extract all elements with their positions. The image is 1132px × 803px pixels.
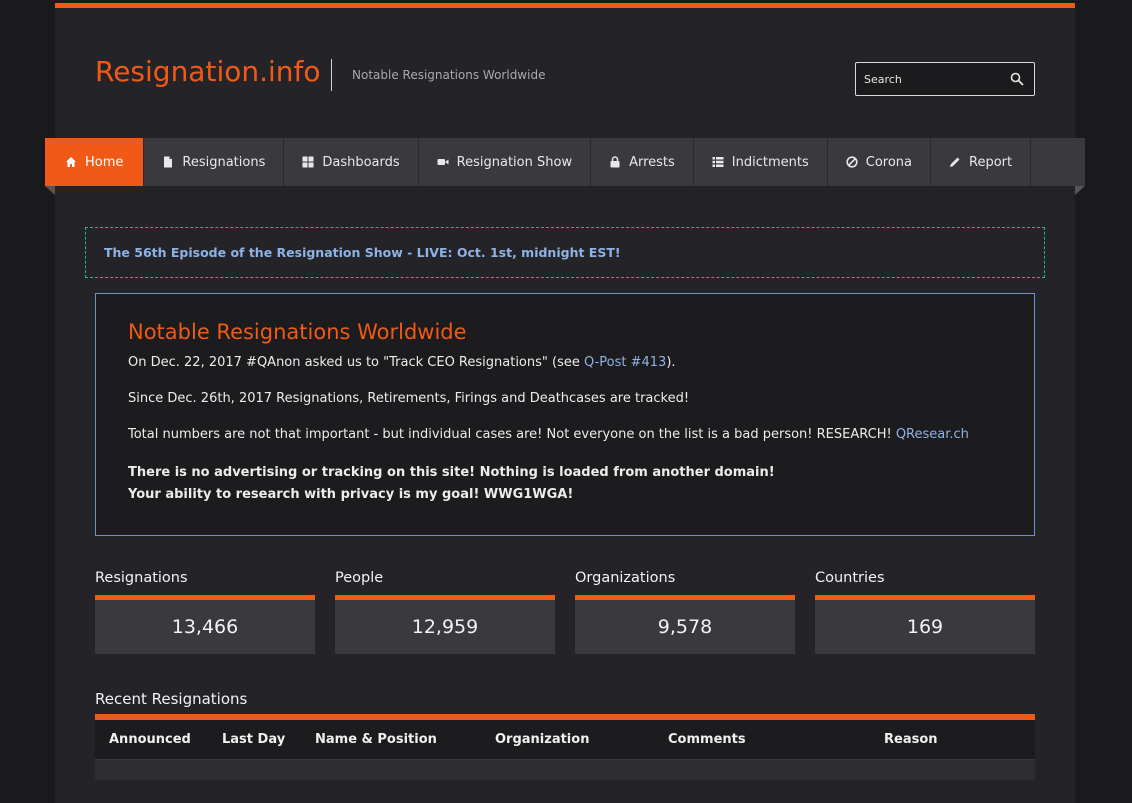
column-header-announced[interactable]: Announced [109,732,191,747]
nav-item-resignation-show[interactable]: Resignation Show [419,138,592,186]
grid-icon [302,156,314,168]
stat-value: 9,578 [575,600,795,654]
nav-label-indictments: Indictments [731,154,809,170]
nav-item-indictments[interactable]: Indictments [694,138,828,186]
lock-icon [610,156,620,168]
document-icon [164,156,173,168]
ban-icon [846,156,858,168]
intro-paragraph-3: Total numbers are not that important - b… [128,426,1002,443]
stat-people: People 12,959 [335,570,555,654]
search-box[interactable] [855,62,1035,96]
nav-label-arrests: Arrests [629,154,675,170]
stat-label: Countries [815,570,885,586]
stat-label: People [335,570,384,586]
stat-resignations: Resignations 13,466 [95,570,315,654]
nav-label-report: Report [969,154,1013,170]
nav-label-dashboards: Dashboards [322,154,400,170]
nav-label-resignations: Resignations [182,154,266,170]
search-icon[interactable] [1010,72,1024,86]
nav-item-report[interactable]: Report [931,138,1032,186]
intro-paragraph-2: Since Dec. 26th, 2017 Resignations, Reti… [128,391,690,406]
nav-item-home[interactable]: Home [45,138,145,186]
list-icon [712,157,724,167]
intro-p1-text: On Dec. 22, 2017 #QAnon asked us to "Tra… [128,355,584,370]
nav-item-resignations[interactable]: Resignations [144,138,285,186]
nav-item-arrests[interactable]: Arrests [591,138,694,186]
q-post-link[interactable]: Q-Post #413 [584,355,666,370]
intro-paragraph-1: On Dec. 22, 2017 #QAnon asked us to "Tra… [128,354,1002,371]
home-icon [66,157,76,167]
site-tagline: Notable Resignations Worldwide [352,68,546,82]
stat-organizations: Organizations 9,578 [575,570,795,654]
column-header-comments[interactable]: Comments [668,732,746,747]
announcement-banner[interactable]: The 56th Episode of the Resignation Show… [85,227,1045,278]
video-camera-icon [437,159,449,165]
main-nav: Home Resignations Dashboards Resignation… [45,138,1085,186]
pencil-icon [950,157,960,167]
qresearch-link[interactable]: QResear.ch [896,427,969,442]
site-title[interactable]: Resignation.info [95,55,321,88]
stat-value: 13,466 [95,600,315,654]
table-row[interactable] [95,760,1035,780]
column-header-reason[interactable]: Reason [884,732,938,747]
stat-value: 169 [815,600,1035,654]
stat-label: Organizations [575,570,676,586]
nav-item-dashboards[interactable]: Dashboards [284,138,419,186]
nav-corner-left [45,186,55,195]
nav-label-resignation-show: Resignation Show [456,154,573,170]
privacy-note-1: There is no advertising or tracking on t… [128,465,775,480]
column-header-last-day[interactable]: Last Day [222,732,285,747]
nav-corner-right [1075,186,1085,195]
intro-p1-end: ). [666,355,676,370]
intro-p3-text: Total numbers are not that important - b… [128,427,896,442]
intro-panel: Notable Resignations Worldwide On Dec. 2… [95,293,1035,536]
stat-value: 12,959 [335,600,555,654]
column-header-name-position[interactable]: Name & Position [315,732,437,747]
nav-item-corona[interactable]: Corona [828,138,931,186]
stat-label: Resignations [95,570,188,586]
stat-countries: Countries 169 [815,570,1035,654]
nav-label-home: Home [85,154,124,170]
search-input[interactable] [864,71,1004,87]
recent-resignations-title: Recent Resignations [95,690,248,708]
intro-heading: Notable Resignations Worldwide [128,320,467,344]
column-header-organization[interactable]: Organization [495,732,589,747]
title-divider [331,59,332,91]
table-header: Announced Last Day Name & Position Organ… [95,720,1035,760]
privacy-note-2: Your ability to research with privacy is… [128,487,574,502]
top-accent-bar [55,3,1075,8]
nav-label-corona: Corona [865,154,912,170]
